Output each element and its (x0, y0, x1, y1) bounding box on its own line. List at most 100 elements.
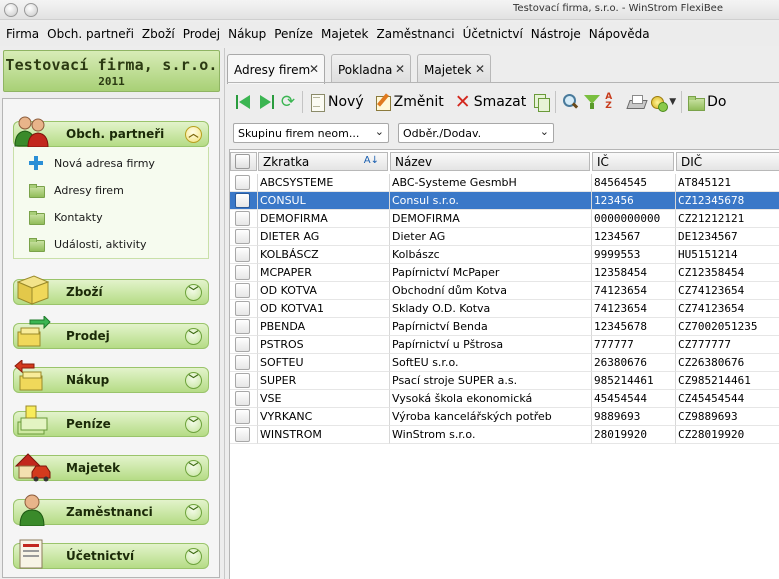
select-all-header[interactable] (230, 152, 257, 171)
table-row[interactable]: DEMOFIRMA DEMOFIRMA 0000000000 CZ21212121 (230, 210, 779, 228)
row-checkbox[interactable] (235, 409, 250, 424)
sidebar-item-adresy-firem[interactable]: Adresy firem (28, 182, 124, 198)
row-select-cell[interactable] (230, 318, 258, 336)
column-header-dic[interactable]: DIČ (676, 152, 779, 171)
row-checkbox[interactable] (235, 175, 250, 190)
company-header[interactable]: Testovací firma, s.r.o. 2011 (3, 50, 220, 92)
close-icon[interactable]: ✕ (395, 62, 405, 76)
row-select-cell[interactable] (230, 210, 258, 228)
menu-ucetnictvi[interactable]: Účetnictví (463, 27, 527, 41)
row-select-cell[interactable] (230, 228, 258, 246)
table-row[interactable]: SOFTEU SoftEU s.r.o. 26380676 CZ26380676 (230, 354, 779, 372)
new-button[interactable]: Nový (308, 89, 364, 115)
tab-pokladna[interactable]: Pokladna ✕ (331, 54, 411, 82)
sidebar-section-ucetnictvi[interactable]: Účetnictví ﹀ (13, 539, 209, 569)
close-icon[interactable]: ✕ (475, 62, 485, 76)
search-icon[interactable] (561, 93, 579, 111)
delete-button[interactable]: ✕ Smazat (454, 89, 527, 115)
table-row[interactable]: PBENDA Papírnictví Benda 12345678 CZ7002051… (230, 318, 779, 336)
row-checkbox[interactable] (235, 211, 250, 226)
menu-nastroje[interactable]: Nástroje (531, 27, 585, 41)
type-filter-select[interactable]: Odběr./Dodav. ⌄ (398, 123, 554, 143)
table-row[interactable]: KOLBÁSCZ Kolbászc 9999553 HU5151214 (230, 246, 779, 264)
column-header-ic[interactable]: IČ (592, 152, 674, 171)
row-checkbox[interactable] (235, 337, 250, 352)
window-close-icon[interactable] (4, 3, 18, 17)
row-select-cell[interactable] (230, 174, 258, 192)
select-all-checkbox[interactable] (235, 154, 250, 169)
sort-az-icon[interactable]: AZ (605, 93, 623, 111)
menu-napoveda[interactable]: Nápověda (589, 27, 654, 41)
sidebar-item-nova-adresa[interactable]: Nová adresa firmy (28, 155, 155, 171)
table-row[interactable]: WINSTROM WinStrom s.r.o. 28019920 CZ2801992… (230, 426, 779, 444)
expand-chevron-icon[interactable]: ﹀ (185, 284, 202, 301)
row-select-cell[interactable] (230, 282, 258, 300)
row-checkbox[interactable] (235, 301, 250, 316)
print-icon[interactable] (627, 93, 645, 111)
table-row[interactable]: SUPER Psací stroje SUPER a.s. 985214461 CZ9… (230, 372, 779, 390)
expand-chevron-icon[interactable]: ﹀ (185, 328, 202, 345)
row-checkbox[interactable] (235, 265, 250, 280)
close-icon[interactable]: ✕ (309, 62, 319, 76)
menu-nakup[interactable]: Nákup (228, 27, 270, 41)
sidebar-section-zamestnanci[interactable]: Zaměstnanci ﹀ (13, 494, 209, 526)
expand-chevron-icon[interactable]: ﹀ (185, 460, 202, 477)
menu-penize[interactable]: Peníze (274, 27, 317, 41)
row-checkbox[interactable] (235, 283, 250, 298)
row-checkbox[interactable] (235, 193, 250, 208)
row-checkbox[interactable] (235, 427, 250, 442)
window-minimize-icon[interactable] (24, 3, 38, 17)
tools-dropdown[interactable]: ▼ (649, 89, 676, 115)
menu-prodej[interactable]: Prodej (183, 27, 224, 41)
row-checkbox[interactable] (235, 373, 250, 388)
row-select-cell[interactable] (230, 264, 258, 282)
row-select-cell[interactable] (230, 408, 258, 426)
tab-adresy-firem[interactable]: Adresy firem ✕ (227, 54, 325, 84)
table-row[interactable]: MCPAPER Papírnictví McPaper 12358454 CZ1235… (230, 264, 779, 282)
expand-chevron-icon[interactable]: ﹀ (185, 548, 202, 565)
sidebar-section-majetek[interactable]: Majetek ﹀ (13, 453, 209, 482)
sidebar-section-zbozi[interactable]: Zboží ﹀ (13, 275, 209, 305)
expand-chevron-icon[interactable]: ﹀ (185, 504, 202, 521)
table-row[interactable]: VSE Vysoká škola ekonomická 45454544 CZ4545… (230, 390, 779, 408)
row-select-cell[interactable] (230, 372, 258, 390)
row-select-cell[interactable] (230, 390, 258, 408)
table-row[interactable]: DIETER AG Dieter AG 1234567 DE1234567 (230, 228, 779, 246)
expand-chevron-icon[interactable]: ﹀ (185, 416, 202, 433)
sidebar-item-kontakty[interactable]: Kontakty (28, 209, 103, 225)
edit-button[interactable]: Změnit (374, 89, 444, 115)
row-select-cell[interactable] (230, 354, 258, 372)
row-checkbox[interactable] (235, 247, 250, 262)
menu-zbozi[interactable]: Zboží (142, 27, 179, 41)
row-checkbox[interactable] (235, 391, 250, 406)
refresh-icon[interactable]: ⟳ (279, 93, 297, 111)
row-select-cell[interactable] (230, 426, 258, 444)
sidebar-section-nakup[interactable]: Nákup ﹀ (13, 360, 209, 393)
row-checkbox[interactable] (235, 319, 250, 334)
filter-icon[interactable] (583, 93, 601, 111)
last-record-icon[interactable] (257, 93, 275, 111)
sidebar-section-prodej[interactable]: Prodej ﹀ (13, 316, 209, 349)
copy-icon[interactable] (532, 93, 551, 112)
row-checkbox[interactable] (235, 355, 250, 370)
menu-majetek[interactable]: Majetek (321, 27, 372, 41)
tab-majetek[interactable]: Majetek ✕ (417, 54, 491, 82)
menu-firma[interactable]: Firma (6, 27, 43, 41)
row-checkbox[interactable] (235, 229, 250, 244)
column-header-nazev[interactable]: Název (390, 152, 590, 171)
table-row[interactable]: CONSUL Consul s.r.o. 123456 CZ12345678 (230, 192, 779, 210)
table-row[interactable]: ABCSYSTEME ABC-Systeme GesmbH 84564545 AT84… (230, 174, 779, 192)
table-row[interactable]: OD KOTVA Obchodní dům Kotva 74123654 CZ7412… (230, 282, 779, 300)
table-row[interactable]: PSTROS Papírnictví u Pštrosa 777777 CZ77777… (230, 336, 779, 354)
sidebar-item-udalosti[interactable]: Události, aktivity (28, 236, 147, 252)
row-select-cell[interactable] (230, 246, 258, 264)
first-record-icon[interactable] (235, 93, 253, 111)
row-select-cell[interactable] (230, 300, 258, 318)
collapse-chevron-icon[interactable]: ︿ (185, 126, 202, 143)
more-button[interactable]: Do (687, 89, 727, 115)
table-row[interactable]: OD KOTVA1 Sklady O.D. Kotva 74123654 CZ7412… (230, 300, 779, 318)
column-header-zkratka[interactable]: Zkratka A↓ (258, 152, 388, 171)
sidebar-section-obch-partneri[interactable]: Obch. partneři ︿ (13, 116, 209, 148)
menu-obch-partneri[interactable]: Obch. partneři (47, 27, 138, 41)
menu-zamestnanci[interactable]: Zaměstnanci (377, 27, 459, 41)
